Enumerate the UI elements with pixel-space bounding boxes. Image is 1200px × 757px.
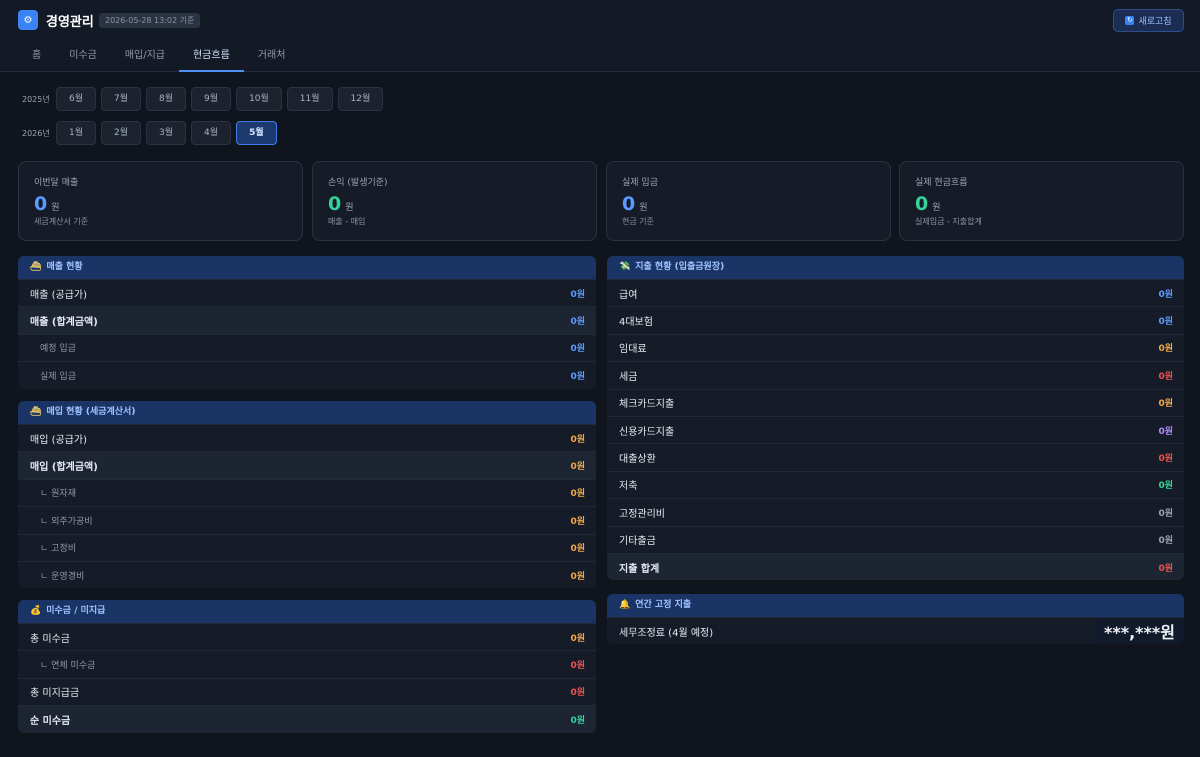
panel-header: ⛴ 매입 현황 (세금계산서) <box>18 401 596 424</box>
gear-icon: ⚙ <box>23 14 33 26</box>
year-label: 2026년 <box>22 128 50 138</box>
receivables-panel: 💰 미수금 / 미지급 총 미수금 0원 ㄴ 연체 미수금 0원 총 미지급금 0원 순… <box>18 600 596 733</box>
month-button[interactable]: 6월 <box>56 87 97 111</box>
app-title: 경영관리 <box>46 15 94 30</box>
expense-total-row: 지출 합계 0원 <box>607 552 1184 581</box>
list-item: 순 미수금 0원 <box>18 705 596 733</box>
list-item: 4대보험 0원 <box>607 306 1184 333</box>
kpi-title: 실제 현금흐름 <box>915 178 968 188</box>
kpi-unit: 원 <box>932 203 941 213</box>
list-item: 매출 (공급가) 0원 <box>18 279 596 306</box>
list-item: 매입 (공급가) 0원 <box>18 424 596 451</box>
refresh-icon: ↻ <box>1125 16 1135 25</box>
list-item: 급여 0원 <box>607 279 1184 306</box>
kpi-subtitle: 실제입금 - 지출합계 <box>915 217 982 226</box>
panel-title: 미수금 / 미지급 <box>46 606 106 616</box>
list-item: 기타출금 0원 <box>607 525 1184 553</box>
list-item: 세금 0원 <box>607 361 1184 388</box>
month-button[interactable]: 7월 <box>101 87 142 111</box>
ship-icon: ⛴ <box>30 407 42 417</box>
list-item: ㄴ 원자재 0원 <box>18 478 596 506</box>
list-item: 저축 0원 <box>607 470 1184 498</box>
list-item: 임대료 0원 <box>607 333 1184 361</box>
year-row-2026: 2026년 1월 2월 3월 4월 5월 <box>22 121 282 145</box>
ship-icon: ⛴ <box>30 262 42 272</box>
panel-title: 연간 고정 지출 <box>635 600 692 610</box>
refresh-button[interactable]: ↻ 새로고침 <box>1113 9 1184 32</box>
kpi-title: 실제 입금 <box>622 178 658 188</box>
tab-clients[interactable]: 거래처 <box>244 42 300 72</box>
panel-header: ⛴ 매출 현황 <box>18 256 596 279</box>
panel-title: 매출 현황 <box>46 262 83 272</box>
masked-value: ***,***원 <box>1094 618 1184 645</box>
tab-cashflow[interactable]: 현금흐름 <box>178 42 244 72</box>
kpi-subtitle: 현금 기준 <box>622 217 654 226</box>
bell-icon: 🔔 <box>619 600 631 610</box>
month-button[interactable]: 11월 <box>286 87 333 111</box>
kpi-card-actual-deposit: 실제 입금 0원 현금 기준 <box>606 161 891 241</box>
money-bag-icon: 💰 <box>30 606 42 616</box>
list-item: 실제 입금 0원 <box>18 361 596 388</box>
sales-panel: ⛴ 매출 현황 매출 (공급가) 0원 매출 (합계금액) 0원 예정 입금 0원 실제… <box>18 256 596 389</box>
kpi-value: 0 <box>622 193 636 215</box>
kpi-title: 손익 (발생기준) <box>328 178 388 188</box>
kpi-card-monthly-sales: 이번달 매출 0원 세금계산서 기준 <box>18 161 303 241</box>
kpi-value: 0 <box>34 193 48 215</box>
kpi-unit: 원 <box>639 203 648 213</box>
kpi-subtitle: 매출 - 매입 <box>328 217 366 226</box>
list-item: 대출상환 0원 <box>607 443 1184 470</box>
refresh-label: 새로고침 <box>1138 17 1172 27</box>
month-button[interactable]: 1월 <box>56 121 97 145</box>
list-item: ㄴ 연체 미수금 0원 <box>18 650 596 677</box>
list-item: 세무조정료 (4월 예정) ***,***원 <box>607 617 1184 645</box>
kpi-card-cashflow: 실제 현금흐름 0원 실제입금 - 지출합계 <box>899 161 1184 241</box>
tab-bar: 홈 미수금 매입/지급 현금흐름 거래처 <box>18 42 299 72</box>
list-item: 총 미수금 0원 <box>18 623 596 650</box>
panel-header: 💰 미수금 / 미지급 <box>18 600 596 623</box>
month-button[interactable]: 9월 <box>191 87 232 111</box>
month-button[interactable]: 4월 <box>191 121 232 145</box>
app-logo: ⚙ <box>18 10 38 30</box>
panel-header: 🔔 연간 고정 지출 <box>607 594 1184 617</box>
top-bar: ⚙ 경영관리 2026-05-28 13:02 기준 ↻ 새로고침 홈 미수금 … <box>0 0 1200 72</box>
kpi-subtitle: 세금계산서 기준 <box>34 217 89 226</box>
tab-receivables[interactable]: 미수금 <box>55 42 111 72</box>
kpi-value: 0 <box>915 193 929 215</box>
tab-purchase-payment[interactable]: 매입/지급 <box>111 42 179 72</box>
month-button[interactable]: 2월 <box>101 121 142 145</box>
list-item: 예정 입금 0원 <box>18 333 596 361</box>
panel-header: 💸 지출 현황 (입출금원장) <box>607 256 1184 279</box>
month-button[interactable]: 12월 <box>337 87 384 111</box>
kpi-unit: 원 <box>345 203 354 213</box>
list-item: 체크카드지출 0원 <box>607 388 1184 416</box>
expense-panel: 💸 지출 현황 (입출금원장) 급여 0원 4대보험 0원 임대료 0원 세금 0원 체크… <box>607 256 1184 581</box>
flying-money-icon: 💸 <box>619 262 631 272</box>
list-item: ㄴ 외주가공비 0원 <box>18 506 596 533</box>
list-item: 고정관리비 0원 <box>607 498 1184 525</box>
kpi-value: 0 <box>328 193 342 215</box>
list-item: 총 미지급금 0원 <box>18 677 596 705</box>
timestamp-badge: 2026-05-28 13:02 기준 <box>99 13 201 28</box>
year-row-2025: 2025년 6월 7월 8월 9월 10월 11월 12월 <box>22 87 388 111</box>
list-item: 신용카드지출 0원 <box>607 415 1184 443</box>
panel-title: 지출 현황 (입출금원장) <box>635 262 725 272</box>
month-button[interactable]: 8월 <box>146 87 187 111</box>
kpi-card-profit: 손익 (발생기준) 0원 매출 - 매입 <box>312 161 597 241</box>
list-item: ㄴ 고정비 0원 <box>18 533 596 561</box>
kpi-title: 이번달 매출 <box>34 178 79 188</box>
list-item: 매출 (합계금액) 0원 <box>18 306 596 334</box>
month-button-selected[interactable]: 5월 <box>236 121 277 145</box>
month-button[interactable]: 10월 <box>236 87 282 111</box>
annual-expense-panel: 🔔 연간 고정 지출 세무조정료 (4월 예정) ***,***원 <box>607 594 1184 645</box>
panel-title: 매입 현황 (세금계산서) <box>46 407 136 417</box>
year-label: 2025년 <box>22 94 50 104</box>
tab-home[interactable]: 홈 <box>18 42 55 72</box>
kpi-unit: 원 <box>51 203 60 213</box>
month-button[interactable]: 3월 <box>146 121 187 145</box>
list-item: ㄴ 운영경비 0원 <box>18 560 596 588</box>
list-item: 매입 (합계금액) 0원 <box>18 451 596 479</box>
purchase-panel: ⛴ 매입 현황 (세금계산서) 매입 (공급가) 0원 매입 (합계금액) 0원 ㄴ … <box>18 401 596 589</box>
